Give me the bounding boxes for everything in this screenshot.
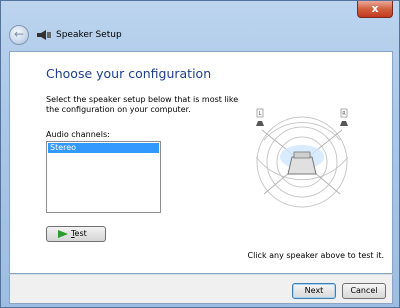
test-button-label: Test: [71, 229, 87, 238]
speaker-diagram: L R: [255, 108, 349, 208]
test-button[interactable]: Test: [46, 226, 106, 242]
close-button[interactable]: x: [357, 1, 393, 18]
cancel-button[interactable]: Cancel: [342, 283, 386, 299]
play-icon: [58, 230, 68, 238]
svg-text:L: L: [259, 111, 262, 117]
audio-channels-label: Audio channels:: [46, 130, 110, 139]
speaker-right[interactable]: R: [340, 108, 348, 126]
back-button[interactable]: ←: [9, 25, 29, 45]
content-panel: Choose your configuration Select the spe…: [9, 51, 393, 274]
speaker-setup-window: x ← Speaker Setup Choose your configurat…: [0, 0, 400, 308]
footer-bar: Next Cancel: [9, 274, 393, 304]
page-heading: Choose your configuration: [46, 66, 212, 81]
speaker-icon: [37, 30, 51, 40]
next-button[interactable]: Next: [292, 283, 336, 299]
header-row: ← Speaker Setup: [9, 25, 389, 47]
svg-text:R: R: [342, 111, 346, 117]
back-arrow-icon: ←: [13, 27, 25, 41]
description-text: Select the speaker setup below that is m…: [46, 95, 239, 114]
audio-channels-list[interactable]: Stereo: [46, 141, 161, 213]
list-item-stereo[interactable]: Stereo: [48, 143, 159, 153]
test-hint-text: Click any speaker above to test it.: [247, 251, 384, 260]
speaker-left[interactable]: L: [256, 108, 264, 126]
window-title: Speaker Setup: [56, 30, 122, 40]
